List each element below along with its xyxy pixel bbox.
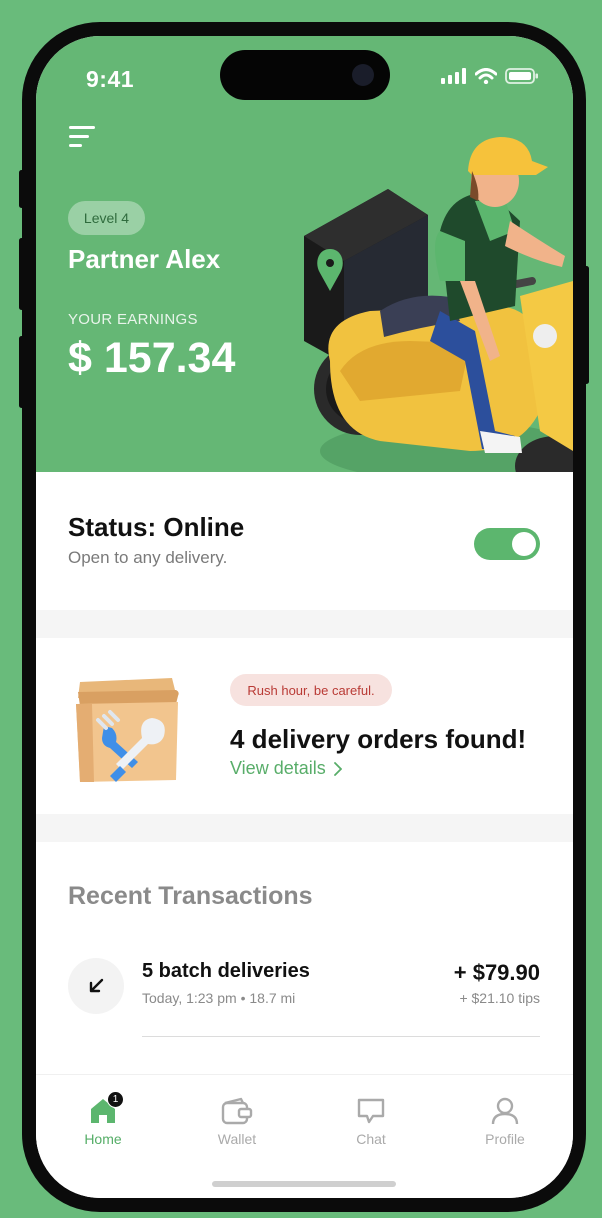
online-toggle[interactable] bbox=[474, 528, 540, 560]
section-divider bbox=[36, 610, 573, 638]
action-button bbox=[19, 170, 24, 208]
status-card: Status: Online Open to any delivery. bbox=[36, 472, 573, 610]
transaction-amount: + $79.90 bbox=[453, 960, 540, 985]
view-details-label: View details bbox=[230, 758, 326, 778]
toggle-knob bbox=[512, 532, 536, 556]
battery-icon bbox=[505, 68, 538, 84]
partner-name: Partner Alex bbox=[68, 244, 221, 274]
level-badge: Level 4 bbox=[68, 201, 145, 235]
tab-profile[interactable]: Profile bbox=[465, 1097, 545, 1147]
status-icons bbox=[441, 68, 539, 84]
wifi-icon bbox=[475, 68, 497, 84]
power-button bbox=[584, 266, 589, 384]
home-indicator[interactable] bbox=[212, 1181, 396, 1187]
status-subtitle: Open to any delivery. bbox=[68, 548, 228, 567]
rush-hour-badge: Rush hour, be careful. bbox=[230, 674, 392, 706]
orders-card[interactable]: Rush hour, be careful. 4 delivery orders… bbox=[36, 638, 573, 814]
dynamic-island bbox=[220, 50, 390, 100]
tab-label: Home bbox=[84, 1131, 122, 1147]
tab-bar: 1 Home Wallet Chat Profile bbox=[36, 1074, 573, 1198]
transaction-title: 5 batch deliveries bbox=[142, 960, 310, 982]
app-screen: 9:41 Level 4 Partner Alex YOUR EARNINGS … bbox=[36, 36, 573, 1198]
notification-badge: 1 bbox=[107, 1091, 124, 1108]
tab-chat[interactable]: Chat bbox=[331, 1097, 411, 1147]
tab-label: Chat bbox=[356, 1131, 386, 1147]
earnings-label: YOUR EARNINGS bbox=[68, 311, 198, 328]
orders-title: 4 delivery orders found! bbox=[230, 724, 527, 754]
divider bbox=[142, 1036, 540, 1037]
menu-icon[interactable] bbox=[69, 126, 97, 148]
status-time: 9:41 bbox=[86, 66, 135, 92]
volume-up-button bbox=[19, 238, 24, 310]
tab-label: Profile bbox=[485, 1131, 525, 1147]
tab-home[interactable]: 1 Home bbox=[63, 1091, 143, 1147]
status-title: Status: Online bbox=[68, 512, 245, 542]
section-divider bbox=[36, 814, 573, 842]
signal-icon bbox=[441, 68, 466, 84]
tab-label: Wallet bbox=[217, 1131, 257, 1147]
profile-icon bbox=[491, 1097, 519, 1125]
view-details-link[interactable]: View details bbox=[230, 758, 342, 779]
chat-icon bbox=[357, 1098, 385, 1124]
earnings-hero: 9:41 Level 4 Partner Alex YOUR EARNINGS … bbox=[36, 36, 573, 472]
transaction-meta: Today, 1:23 pm • 18.7 mi bbox=[142, 990, 296, 1006]
status-bar: 9:41 bbox=[36, 36, 573, 116]
tab-wallet[interactable]: Wallet bbox=[197, 1097, 277, 1147]
transaction-tips: + $21.10 tips bbox=[459, 990, 540, 1006]
wallet-icon bbox=[221, 1097, 253, 1125]
arrow-down-left-icon bbox=[68, 958, 124, 1014]
transactions-section: Recent Transactions 5 batch deliveries T… bbox=[36, 842, 573, 1112]
camera-icon bbox=[352, 64, 374, 86]
food-bag-icon bbox=[76, 678, 179, 782]
delivery-scooter-illustration bbox=[304, 137, 573, 472]
volume-down-button bbox=[19, 336, 24, 408]
chevron-right-icon bbox=[333, 761, 342, 776]
earnings-value: $ 157.34 bbox=[68, 334, 236, 382]
transactions-heading: Recent Transactions bbox=[68, 882, 313, 910]
